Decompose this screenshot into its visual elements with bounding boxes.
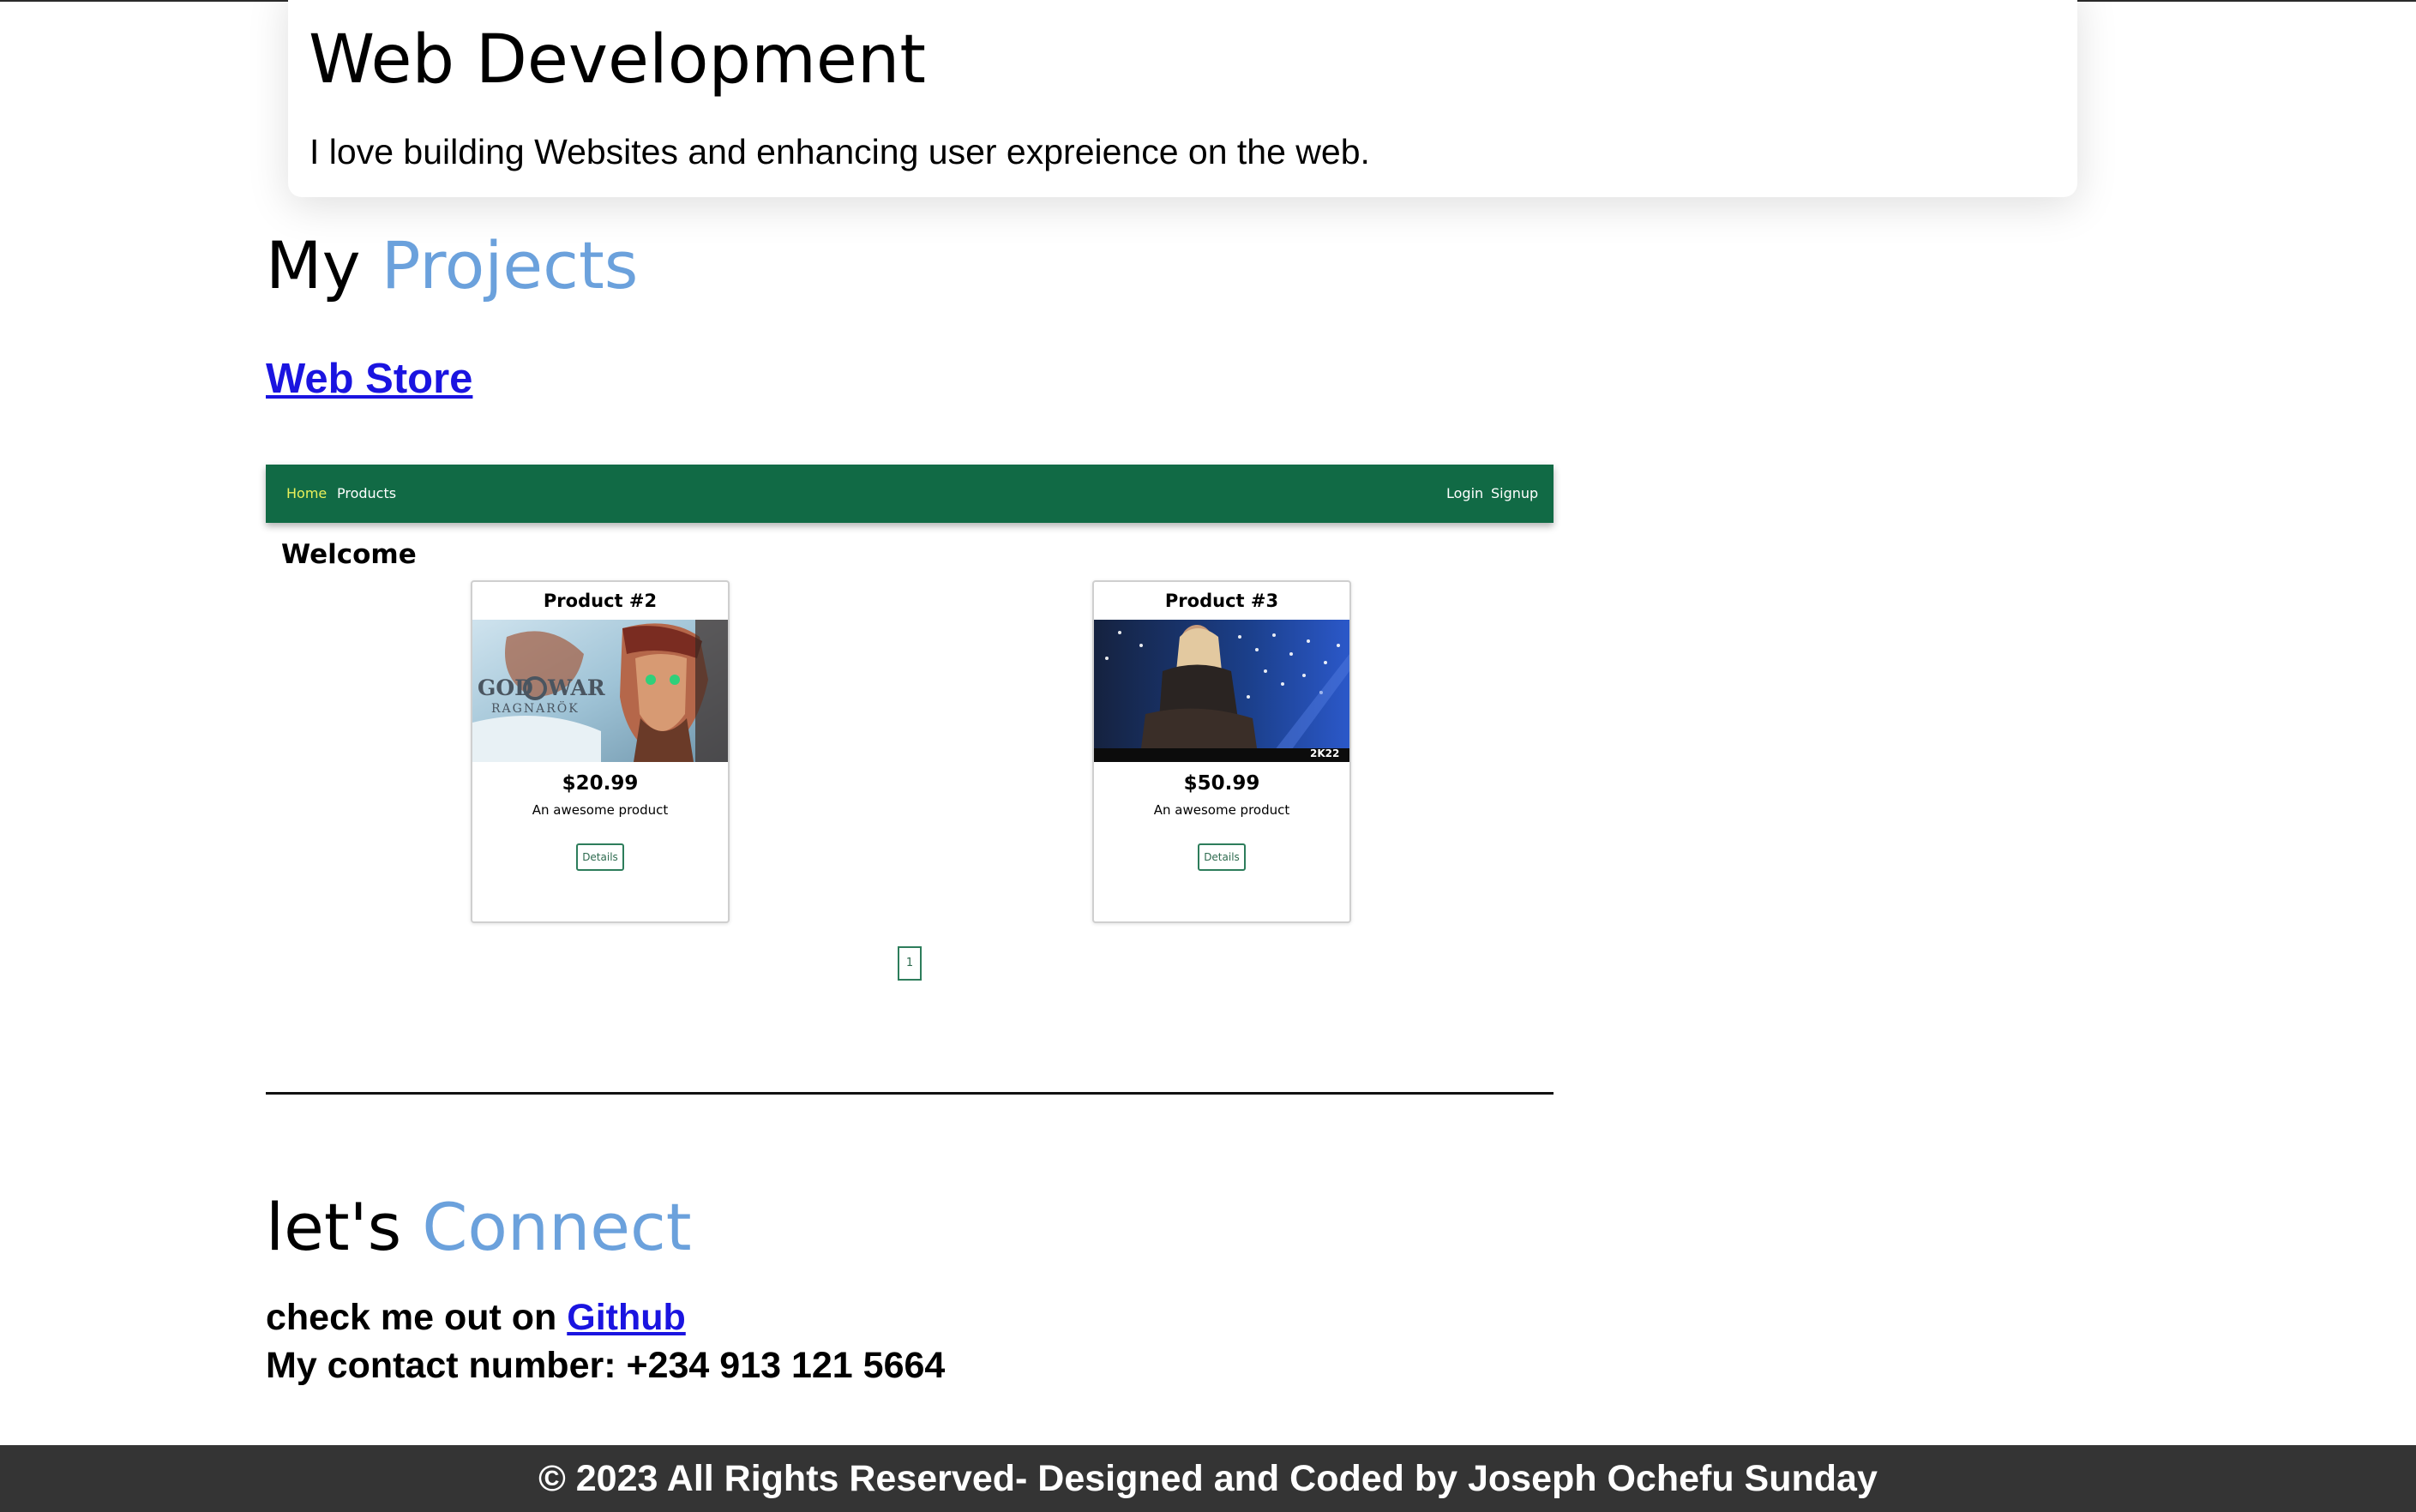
footer: © 2023 All Rights Reserved- Designed and…: [0, 1445, 2416, 1512]
preview-nav-home: Home: [286, 485, 328, 501]
preview-navbar: Home Products Login Signup: [266, 465, 1554, 523]
skill-title: Web Development: [309, 21, 926, 99]
preview-product-price: $50.99: [1183, 772, 1260, 795]
preview-nav-signup: Signup: [1491, 485, 1539, 501]
svg-text:2K22: 2K22: [1310, 747, 1339, 759]
github-prefix: check me out on: [266, 1297, 557, 1338]
preview-welcome: Welcome: [281, 539, 417, 570]
svg-text:RAGNARÖK: RAGNARÖK: [491, 700, 580, 716]
preview-product-description: An awesome product: [532, 802, 669, 818]
projects-heading: My Projects: [266, 225, 638, 307]
projects-heading-plain: My: [266, 227, 361, 303]
god-of-war-product-image: GOD WAR RAGNARÖK: [472, 620, 728, 762]
connect-heading-plain: let's: [266, 1189, 402, 1265]
preview-product-price: $20.99: [562, 772, 639, 795]
web-store-preview-image[interactable]: Home Products Login Signup Welcome Produ…: [266, 465, 1554, 989]
contact-number: My contact number: +234 913 121 5664: [266, 1345, 946, 1386]
connect-heading-accent: Connect: [422, 1189, 692, 1265]
projects-heading-accent: Projects: [381, 227, 639, 303]
connect-heading: let's Connect: [266, 1186, 692, 1269]
github-line: check me out on Github: [266, 1294, 686, 1341]
preview-product-title: Product #2: [543, 591, 658, 611]
skill-description: I love building Websites and enhancing u…: [310, 132, 1370, 171]
preview-pagination: 1: [898, 946, 922, 981]
svg-text:WAR: WAR: [547, 675, 605, 700]
preview-product-title: Product #3: [1164, 591, 1279, 611]
preview-product-card: Product #2 GOD WAR RAGNARÖK $20.99 An aw…: [471, 580, 730, 923]
preview-nav-products: Products: [337, 485, 397, 501]
preview-nav-login: Login: [1446, 485, 1484, 501]
github-link[interactable]: Github: [567, 1297, 686, 1338]
section-divider: [266, 1092, 1554, 1095]
wrestler-product-image: 2K22: [1094, 620, 1349, 762]
preview-product-description: An awesome product: [1153, 802, 1290, 818]
web-store-link[interactable]: Web Store: [266, 353, 472, 405]
preview-product-card: Product #3 2K22 $50.99 An awesome produc…: [1092, 580, 1351, 923]
preview-details-button: Details: [1198, 843, 1246, 871]
preview-details-button: Details: [576, 843, 624, 871]
